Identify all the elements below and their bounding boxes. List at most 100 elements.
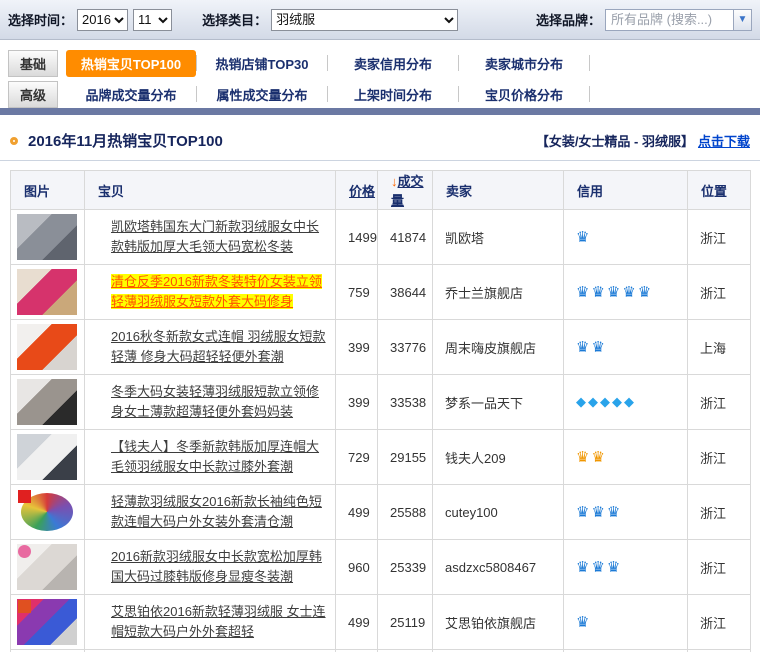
column-header-成交量[interactable]: ↓成交量 [378,171,433,210]
product-thumbnail[interactable] [17,434,77,480]
time-filter-label: 选择时间： [8,10,73,29]
product-title-link[interactable]: 2016秋冬新款女式连帽 羽绒服女短款轻薄 修身大码超轻轻便外套潮 [111,329,326,364]
location-cell: 浙江 [688,210,751,265]
credit-cell: ♛ [564,595,688,650]
location-cell: 浙江 [688,375,751,430]
product-title-link[interactable]: 2016新款羽绒服女中长款宽松加厚韩国大码过膝韩版修身显瘦冬装潮 [111,549,322,584]
section-divider-bar [0,108,760,115]
tab-group-advanced-label[interactable]: 高级 [8,81,58,108]
location-cell: 浙江 [688,430,751,485]
crown-icon-blue-crown: ♛♛ [576,339,607,356]
product-title-link[interactable]: 清仓反季2016新款冬装特价女装立领轻薄羽绒服女短款外套大码修身 [111,274,322,309]
chevron-down-icon: ▼ [738,14,748,25]
tab-separator [589,55,590,71]
price-cell: 399 [336,375,378,430]
brand-combobox: ▼ [605,9,752,31]
product-title-cell: 清仓反季2016新款冬装特价女装立领轻薄羽绒服女短款外套大码修身 [85,265,336,320]
product-title-link[interactable]: 冬季大码女装轻薄羽绒服短款立领修身女士薄款超薄轻便外套妈妈装 [111,384,319,419]
product-title-link[interactable]: 【钱夫人】冬季新款韩版加厚连帽大毛领羽绒服女中长款过膝外套潮 [111,439,319,474]
product-thumbnail[interactable] [17,379,77,425]
filter-bar: 选择时间： 2016 11 选择类目： 羽绒服 选择品牌： ▼ [0,0,760,40]
seller-cell: 周末嗨皮旗舰店 [433,320,564,375]
price-cell: 499 [336,595,378,650]
product-thumbnail[interactable] [17,489,77,535]
product-image-cell [11,265,85,320]
product-thumbnail[interactable] [17,599,77,645]
column-header-卖家: 卖家 [433,171,564,210]
category-select[interactable]: 羽绒服 [271,9,458,31]
tab-宝贝价格分布[interactable]: 宝贝价格分布 [459,81,589,108]
basic-tab-row: 基础 热销宝贝TOP100热销店铺TOP30卖家信用分布卖家城市分布 [8,50,760,76]
table-row: 轻薄款羽绒服女2016新款长袖纯色短款连帽大码户外女装外套清仓潮49925588… [11,485,751,540]
seller-cell: 凯欧塔 [433,210,564,265]
tab-卖家城市分布[interactable]: 卖家城市分布 [459,50,589,77]
product-title-link[interactable]: 轻薄款羽绒服女2016新款长袖纯色短款连帽大码户外女装外套清仓潮 [111,494,322,529]
product-image-cell [11,375,85,430]
column-header-宝贝: 宝贝 [85,171,336,210]
location-cell: 浙江 [688,265,751,320]
product-thumbnail[interactable] [17,269,77,315]
location-cell: 浙江 [688,540,751,595]
seller-cell: 乔士兰旗舰店 [433,265,564,320]
table-row: 清仓反季2016新款冬装特价女装立领轻薄羽绒服女短款外套大码修身75938644… [11,265,751,320]
credit-cell: ♛♛♛♛♛ [564,265,688,320]
product-image-cell [11,430,85,485]
credit-cell: ♛♛♛ [564,540,688,595]
tab-area: 基础 热销宝贝TOP100热销店铺TOP30卖家信用分布卖家城市分布 高级 品牌… [0,40,760,108]
crown-icon-blue-crown: ♛ [576,614,591,631]
credit-cell: ♛♛ [564,430,688,485]
product-title-cell: 2016秋冬新款女式连帽 羽绒服女短款轻薄 修身大码超轻轻便外套潮 [85,320,336,375]
volume-cell: 25588 [378,485,433,540]
price-cell: 1499 [336,210,378,265]
product-title-link[interactable]: 艾思铂依2016新款轻薄羽绒服 女士连帽短款大码户外外套超轻 [111,604,326,639]
product-title-cell: 【钱夫人】冬季新款韩版加厚连帽大毛领羽绒服女中长款过膝外套潮 [85,430,336,485]
tab-热销宝贝TOP100[interactable]: 热销宝贝TOP100 [66,50,196,77]
year-select[interactable]: 2016 [77,9,128,31]
month-select[interactable]: 11 [133,9,172,31]
product-thumbnail[interactable] [17,544,77,590]
volume-cell: 25339 [378,540,433,595]
column-header-价格[interactable]: 价格 [336,171,378,210]
product-image-cell [11,540,85,595]
top100-table: 图片宝贝价格↓成交量卖家信用位置 凯欧塔韩国东大门新款羽绒服女中长款韩版加厚大毛… [10,170,751,652]
crown-icon-blue-crown: ♛♛♛♛♛ [576,284,653,301]
volume-cell: 29155 [378,430,433,485]
table-row: 2016秋冬新款女式连帽 羽绒服女短款轻薄 修身大码超轻轻便外套潮3993377… [11,320,751,375]
section-bullet-icon [10,137,18,145]
volume-cell: 33776 [378,320,433,375]
sort-link-价格[interactable]: 价格 [349,184,375,199]
product-title-link[interactable]: 凯欧塔韩国东大门新款羽绒服女中长款韩版加厚大毛领大码宽松冬装 [111,219,319,254]
advanced-tab-row: 高级 品牌成交量分布属性成交量分布上架时间分布宝贝价格分布 [8,81,760,107]
credit-cell: ◆◆◆◆◆ [564,375,688,430]
brand-search-input[interactable] [605,9,733,31]
column-header-位置: 位置 [688,171,751,210]
tab-上架时间分布[interactable]: 上架时间分布 [328,81,458,108]
diamond-icon-diamond: ◆◆◆◆◆ [576,394,636,409]
table-row: 凯欧塔韩国东大门新款羽绒服女中长款韩版加厚大毛领大码宽松冬装149941874凯… [11,210,751,265]
crown-icon-blue-crown: ♛♛♛ [576,504,622,521]
product-title-cell: 2016新款羽绒服女中长款宽松加厚韩国大码过膝韩版修身显瘦冬装潮 [85,540,336,595]
section-header: 2016年11月热销宝贝TOP100 【女装/女士精品 - 羽绒服】 点击下载 [0,115,760,161]
credit-cell: ♛♛ [564,320,688,375]
tab-separator [589,86,590,102]
tab-group-basic-label[interactable]: 基础 [8,50,58,77]
table-row: 冬季大码女装轻薄羽绒服短款立领修身女士薄款超薄轻便外套妈妈装39933538梦系… [11,375,751,430]
download-link[interactable]: 点击下载 [698,131,750,150]
product-title-cell: 轻薄款羽绒服女2016新款长袖纯色短款连帽大码户外女装外套清仓潮 [85,485,336,540]
tab-品牌成交量分布[interactable]: 品牌成交量分布 [66,81,196,108]
volume-cell: 25119 [378,595,433,650]
seller-cell: 钱夫人209 [433,430,564,485]
brand-dropdown-button[interactable]: ▼ [733,9,752,31]
table-row: 2016新款羽绒服女中长款宽松加厚韩国大码过膝韩版修身显瘦冬装潮96025339… [11,540,751,595]
product-image-cell [11,210,85,265]
tab-热销店铺TOP30[interactable]: 热销店铺TOP30 [197,50,327,77]
tab-属性成交量分布[interactable]: 属性成交量分布 [197,81,327,108]
tab-卖家信用分布[interactable]: 卖家信用分布 [328,50,458,77]
product-thumbnail[interactable] [17,214,77,260]
thumbnail-badge-icon [18,600,31,613]
product-thumbnail[interactable] [17,324,77,370]
table-row: 【钱夫人】冬季新款韩版加厚连帽大毛领羽绒服女中长款过膝外套潮72929155钱夫… [11,430,751,485]
product-image-cell [11,485,85,540]
product-title-cell: 冬季大码女装轻薄羽绒服短款立领修身女士薄款超薄轻便外套妈妈装 [85,375,336,430]
product-title-cell: 艾思铂依2016新款轻薄羽绒服 女士连帽短款大码户外外套超轻 [85,595,336,650]
